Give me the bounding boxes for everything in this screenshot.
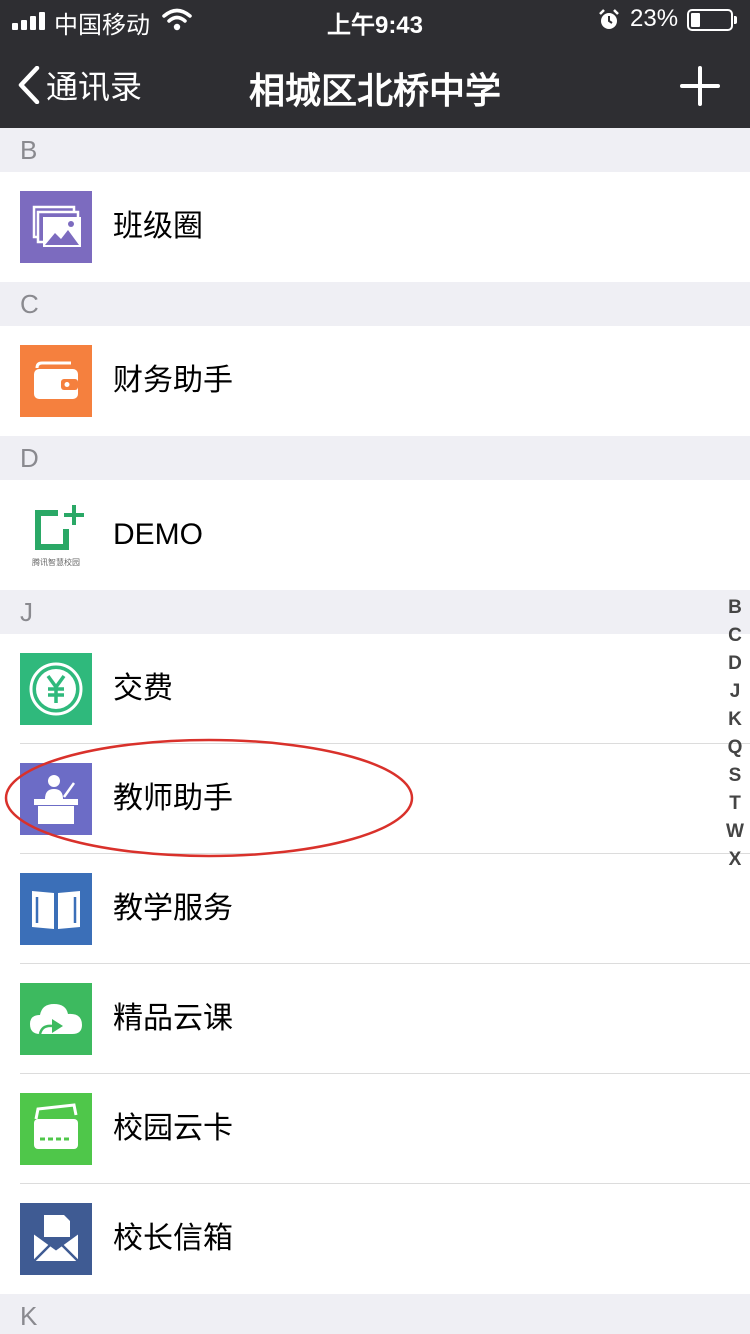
status-bar: 中国移动 上午9:43 23% <box>0 0 750 40</box>
section-header-k: K <box>0 1294 750 1334</box>
index-letter[interactable]: D <box>720 650 750 678</box>
section-header-c: C <box>0 282 750 326</box>
list-item-principal-mailbox[interactable]: 校长信箱 <box>0 1184 750 1294</box>
battery-icon <box>687 9 737 31</box>
list-item-label: 交费 <box>113 672 173 705</box>
list-item-class-circle[interactable]: 班级圈 <box>0 172 750 282</box>
page-title: 相城区北桥中学 <box>248 70 501 111</box>
index-letter[interactable]: W <box>720 818 750 846</box>
list-item-label: DEMO <box>113 518 203 551</box>
list-item-label: 财务助手 <box>113 364 233 397</box>
list-item-demo[interactable]: 腾讯智慧校园 DEMO <box>0 480 750 590</box>
list-item-label: 校园云卡 <box>113 1112 233 1145</box>
index-letter[interactable]: Q <box>720 734 750 762</box>
add-icon[interactable] <box>678 64 722 108</box>
navigation-bar: 通讯录 相城区北桥中学 <box>0 40 750 128</box>
photos-icon <box>20 191 92 263</box>
top-bar: 中国移动 上午9:43 23% 通讯录 相城区北桥中学 <box>0 0 750 128</box>
index-letter[interactable]: K <box>720 706 750 734</box>
list-item-finance-assistant[interactable]: 财务助手 <box>0 326 750 436</box>
section-header-j: J <box>0 590 750 634</box>
section-header-b: B <box>0 128 750 172</box>
battery-percentage: 23% <box>630 5 679 32</box>
mailbox-icon <box>20 1203 92 1275</box>
contact-list[interactable]: B 班级圈 C 财务助手 D 腾讯智慧校园 DEMO J 交费 教师助手 教学服… <box>0 128 750 1334</box>
list-item-label: 班级圈 <box>113 210 203 243</box>
list-item-label: 教学服务 <box>113 892 233 925</box>
index-letter[interactable]: B <box>720 594 750 622</box>
list-item-label: 校长信箱 <box>113 1222 233 1255</box>
cloud-play-icon <box>20 983 92 1055</box>
smart-campus-logo-icon: 腾讯智慧校园 <box>20 499 92 571</box>
index-letter[interactable]: T <box>720 790 750 818</box>
index-letter[interactable]: X <box>720 846 750 874</box>
yuan-icon <box>20 653 92 725</box>
alphabet-index[interactable]: B C D J K Q S T W X <box>720 594 750 874</box>
list-item-payment[interactable]: 交费 <box>0 634 750 744</box>
list-item-teacher-assistant[interactable]: 教师助手 <box>0 744 750 854</box>
index-letter[interactable]: S <box>720 762 750 790</box>
logo-text: 腾讯智慧校园 <box>32 558 80 567</box>
list-item-label: 精品云课 <box>113 1002 233 1035</box>
list-item-premium-cloud-course[interactable]: 精品云课 <box>0 964 750 1074</box>
alarm-icon <box>599 9 619 29</box>
wallet-icon <box>20 345 92 417</box>
list-item-label: 教师助手 <box>113 782 233 815</box>
list-item-teaching-service[interactable]: 教学服务 <box>0 854 750 964</box>
book-icon <box>20 873 92 945</box>
teacher-icon <box>20 763 92 835</box>
list-item-campus-cloud-card[interactable]: 校园云卡 <box>0 1074 750 1184</box>
index-letter[interactable]: C <box>720 622 750 650</box>
card-icon <box>20 1093 92 1165</box>
section-header-d: D <box>0 436 750 480</box>
index-letter[interactable]: J <box>720 678 750 706</box>
